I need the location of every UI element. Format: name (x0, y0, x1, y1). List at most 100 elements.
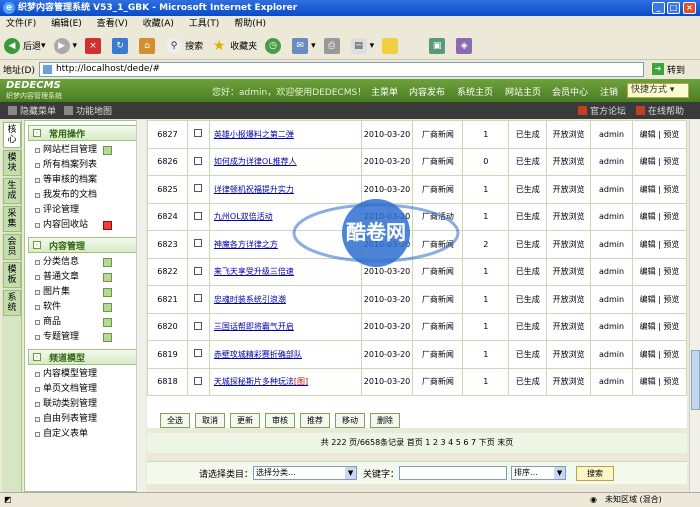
sidebar-item[interactable]: 内容模型管理 (25, 367, 145, 382)
minimize-button[interactable]: _ (652, 2, 665, 14)
cell-title[interactable]: 赤壁攻城精彩赛折确部队 (208, 340, 362, 369)
messenger-button[interactable]: ▣ (429, 37, 448, 54)
vtab-generate[interactable]: 生成 (3, 178, 21, 204)
cell-checkbox[interactable] (186, 312, 210, 341)
edit-link[interactable]: 编辑 (640, 240, 656, 249)
vtab-system[interactable]: 系统 (3, 290, 21, 316)
home-button[interactable]: ⌂ (139, 37, 158, 54)
group-content[interactable]: - 内容管理 (28, 237, 142, 253)
preview-link[interactable]: 预览 (663, 240, 679, 249)
table-row[interactable]: 6819 赤壁攻城精彩赛折确部队 2010-03-20 厂商新闻 1 已生成 开放浏览 adm… (147, 340, 687, 369)
row-checkbox[interactable] (194, 349, 203, 358)
sidebar-item[interactable]: 分类信息 (25, 255, 145, 270)
sidebar-item[interactable]: 商品 (25, 315, 145, 330)
delete-button[interactable]: 删除 (370, 413, 400, 428)
preview-link[interactable]: 预览 (663, 185, 679, 194)
table-row[interactable]: 6827 英雄小报爆料之第二弹 2010-03-20 厂商新闻 1 已生成 开放浏览 admi… (147, 120, 687, 149)
maximize-button[interactable]: □ (667, 2, 680, 14)
sidebar-item[interactable]: 普通文章 (25, 270, 145, 285)
cell-checkbox[interactable] (186, 367, 210, 396)
cell-title[interactable]: 三国话帮即将霸气开启 (208, 312, 362, 341)
vtab-core[interactable]: 核心 (3, 122, 21, 148)
preview-link[interactable]: 预览 (663, 267, 679, 276)
main-scrollbar[interactable] (689, 120, 700, 492)
sidebar-item[interactable]: 网站栏目管理 (25, 143, 145, 158)
back-button[interactable]: ◀ 后退 ▾ (4, 37, 46, 54)
cancel-button[interactable]: 取消 (195, 413, 225, 428)
history-button[interactable]: ◷ (265, 37, 284, 54)
search-button[interactable]: ⚲ 搜索 (166, 37, 203, 54)
row-checkbox[interactable] (194, 266, 203, 275)
preview-link[interactable]: 预览 (663, 295, 679, 304)
sidebar-item[interactable]: 自定义表单 (25, 427, 145, 442)
row-checkbox[interactable] (194, 156, 203, 165)
nav-member-center[interactable]: 会员中心 (552, 85, 588, 98)
cell-title[interactable]: 如何成为详律OL推荐人 (208, 147, 362, 176)
forward-button[interactable]: ▶ ▾ (53, 37, 77, 54)
edit-link[interactable]: 编辑 (640, 130, 656, 139)
cell-checkbox[interactable] (186, 175, 210, 204)
add-icon[interactable] (103, 146, 112, 155)
menu-file[interactable]: 文件(F) (6, 19, 36, 29)
cell-checkbox[interactable] (186, 257, 210, 286)
nav-main-menu[interactable]: 主菜单 (371, 85, 398, 98)
edit-link[interactable]: 编辑 (640, 377, 656, 386)
add-icon[interactable] (103, 273, 112, 282)
recommend-button[interactable]: 推荐 (300, 413, 330, 428)
table-row[interactable]: 6821 忠魂时装系统引浪潮 2010-03-20 厂商新闻 1 已生成 开放浏览 admin… (147, 285, 687, 314)
edit-link[interactable]: 编辑 (640, 267, 656, 276)
row-checkbox[interactable] (194, 129, 203, 138)
nav-site-home[interactable]: 网站主页 (505, 85, 541, 98)
cell-checkbox[interactable] (186, 147, 210, 176)
sidebar-item[interactable]: 内容回收站 (25, 218, 145, 233)
keyword-input[interactable] (399, 466, 508, 480)
sidebar-item[interactable]: 联动类别管理 (25, 397, 145, 412)
sidebar-item[interactable]: 图片集 (25, 285, 145, 300)
add-icon[interactable] (103, 258, 112, 267)
search-submit-button[interactable]: 搜索 (576, 465, 615, 481)
refresh-button[interactable]: ↻ (112, 37, 131, 54)
cell-checkbox[interactable] (186, 202, 210, 231)
row-checkbox[interactable] (194, 239, 203, 248)
address-input[interactable]: http://localhost/dede/# (38, 61, 644, 77)
row-checkbox[interactable] (194, 184, 203, 193)
function-map-button[interactable]: 功能地图 (64, 104, 112, 117)
edit-page-button[interactable]: ▤ ▾ (350, 37, 374, 54)
group-channel-model[interactable]: - 频道模型 (28, 349, 142, 365)
add-icon[interactable] (103, 333, 112, 342)
sidebar-item[interactable]: 评论管理 (25, 203, 145, 218)
table-row[interactable]: 6826 如何成为详律OL推荐人 2010-03-20 厂商新闻 0 已生成 开放浏览 adm… (147, 147, 687, 176)
vtab-collect[interactable]: 采集 (3, 206, 21, 232)
select-all-button[interactable]: 全选 (160, 413, 190, 428)
add-icon[interactable] (103, 303, 112, 312)
cell-title[interactable]: 天城探秘斯片多种玩法[图] (208, 367, 362, 396)
cell-checkbox[interactable] (186, 285, 210, 314)
move-button[interactable]: 移动 (335, 413, 365, 428)
sidebar-item[interactable]: 单页文档管理 (25, 382, 145, 397)
sidebar-item[interactable]: 软件 (25, 300, 145, 315)
group-common[interactable]: - 常用操作 (28, 125, 142, 141)
go-button[interactable]: ➔ 转到 (651, 63, 685, 76)
sidebar-item[interactable]: 等审核的档案 (25, 173, 145, 188)
order-select[interactable]: 排序... ▼ (511, 466, 567, 480)
cell-checkbox[interactable] (186, 120, 210, 149)
menu-help[interactable]: 帮助(H) (234, 19, 266, 29)
favorites-button[interactable]: ★ 收藏夹 (211, 38, 257, 54)
stop-button[interactable]: × (85, 37, 104, 54)
hide-menu-button[interactable]: 隐藏菜单 (8, 104, 56, 117)
forum-link[interactable]: 官方论坛 (578, 104, 626, 117)
add-icon[interactable] (103, 288, 112, 297)
row-checkbox[interactable] (194, 321, 203, 330)
update-button[interactable]: 更新 (230, 413, 260, 428)
cell-title[interactable]: 忠魂时装系统引浪潮 (208, 285, 362, 314)
preview-link[interactable]: 预览 (663, 157, 679, 166)
edit-link[interactable]: 编辑 (640, 322, 656, 331)
print-button[interactable]: ⎙ (323, 37, 343, 54)
add-icon[interactable] (103, 318, 112, 327)
sidebar-item[interactable]: 自由列表管理 (25, 412, 145, 427)
sidebar-item[interactable]: 专题管理 (25, 330, 145, 345)
preview-link[interactable]: 预览 (663, 322, 679, 331)
row-checkbox[interactable] (194, 294, 203, 303)
row-checkbox[interactable] (194, 376, 203, 385)
sidebar-item[interactable]: 所有档案列表 (25, 158, 145, 173)
